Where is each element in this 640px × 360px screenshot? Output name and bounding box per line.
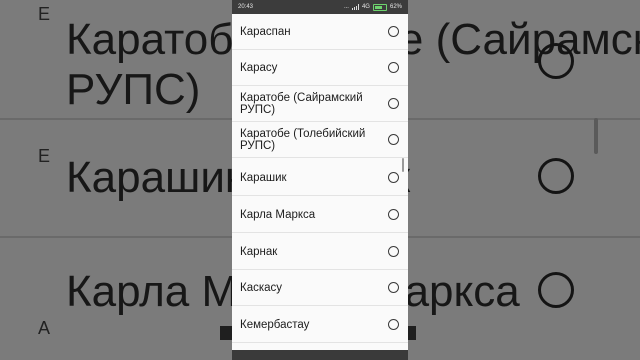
dialog-bottom-shade	[232, 350, 408, 360]
list-item-label: Кемербастау	[240, 319, 310, 331]
background-radio-icon	[538, 158, 574, 194]
radio-button[interactable]	[388, 98, 399, 109]
background-row-karashik: Карашик	[408, 156, 640, 200]
list-item-karnak[interactable]: Карнак	[232, 234, 408, 270]
background-radio-icon	[538, 43, 574, 79]
background-left-panel: Каратобе (Сайрамский РУПС) Карашик Карла…	[0, 0, 232, 360]
radio-button[interactable]	[388, 319, 399, 330]
background-letter: А	[38, 318, 51, 338]
background-letter: Е	[38, 4, 51, 24]
status-bar: 20:43 ... 4G 62%	[232, 0, 408, 14]
list-item-karaspan[interactable]: Караспан	[232, 14, 408, 50]
list-item-label: Каратобе (Толебийский РУПС)	[240, 128, 366, 152]
list-item-label: Карнак	[240, 246, 278, 258]
list-item-label: Каратобе (Сайрамский РУПС)	[240, 92, 363, 116]
list-item-karatobe-tolebi[interactable]: Каратобе (Толебийский РУПС)	[232, 122, 408, 158]
background-row-karla-marksa: Карла Маркса	[408, 267, 520, 316]
background-divider	[408, 118, 640, 120]
status-dots: ...	[343, 4, 349, 10]
list-item-label: Каскасу	[240, 282, 283, 294]
battery-level: 62%	[389, 4, 402, 10]
background-scrollbar	[594, 118, 598, 154]
radio-button[interactable]	[388, 246, 399, 257]
list-scrollbar[interactable]	[402, 158, 404, 172]
list-item-karashik[interactable]: Карашик	[232, 160, 408, 196]
background-row-karatobe: Каратобе (Сайрамский	[408, 15, 640, 64]
background-button-edge	[408, 326, 416, 340]
list-item-label: Карашик	[240, 172, 287, 184]
background-button-edge	[220, 326, 232, 340]
radio-button[interactable]	[388, 172, 399, 183]
background-radio-icon	[538, 272, 574, 308]
background-divider	[408, 236, 640, 238]
background-divider	[0, 118, 232, 120]
background-row-rups: РУПС)	[66, 65, 201, 114]
background-row-karashik: Карашик	[66, 153, 232, 202]
background-row-karla-marksa: Карла Маркса	[66, 267, 232, 316]
selection-dialog: Караспан Карасу Каратобе (Сайрамский РУП…	[232, 14, 408, 350]
list-item-kaskasu[interactable]: Каскасу	[232, 270, 408, 306]
background-divider	[0, 236, 232, 238]
radio-button[interactable]	[388, 209, 399, 220]
radio-button[interactable]	[388, 282, 399, 293]
list-item-karla-marksa[interactable]: Карла Маркса	[232, 197, 408, 233]
radio-button[interactable]	[388, 134, 399, 145]
background-letter: Е	[38, 146, 51, 166]
radio-button[interactable]	[388, 62, 399, 73]
battery-icon	[372, 3, 387, 11]
network-label: 4G	[361, 4, 370, 10]
background-row-karatobe: Каратобе (Сайрамский	[66, 15, 232, 64]
list-item-label: Караспан	[240, 26, 291, 38]
status-time: 20:43	[238, 4, 254, 10]
list-item-kemerbastau[interactable]: Кемербастау	[232, 307, 408, 343]
list-item-label: Карла Маркса	[240, 209, 316, 221]
list-item-karatobe-sairam[interactable]: Каратобе (Сайрамский РУПС)	[232, 86, 408, 122]
signal-icon	[351, 4, 359, 10]
list-item-label: Карасу	[240, 62, 278, 74]
background-right-panel: Каратобе (Сайрамский Карашик Карла Маркс…	[408, 0, 640, 360]
list-item-karasu[interactable]: Карасу	[232, 50, 408, 86]
status-indicators: ... 4G 62%	[343, 3, 402, 11]
radio-button[interactable]	[388, 26, 399, 37]
